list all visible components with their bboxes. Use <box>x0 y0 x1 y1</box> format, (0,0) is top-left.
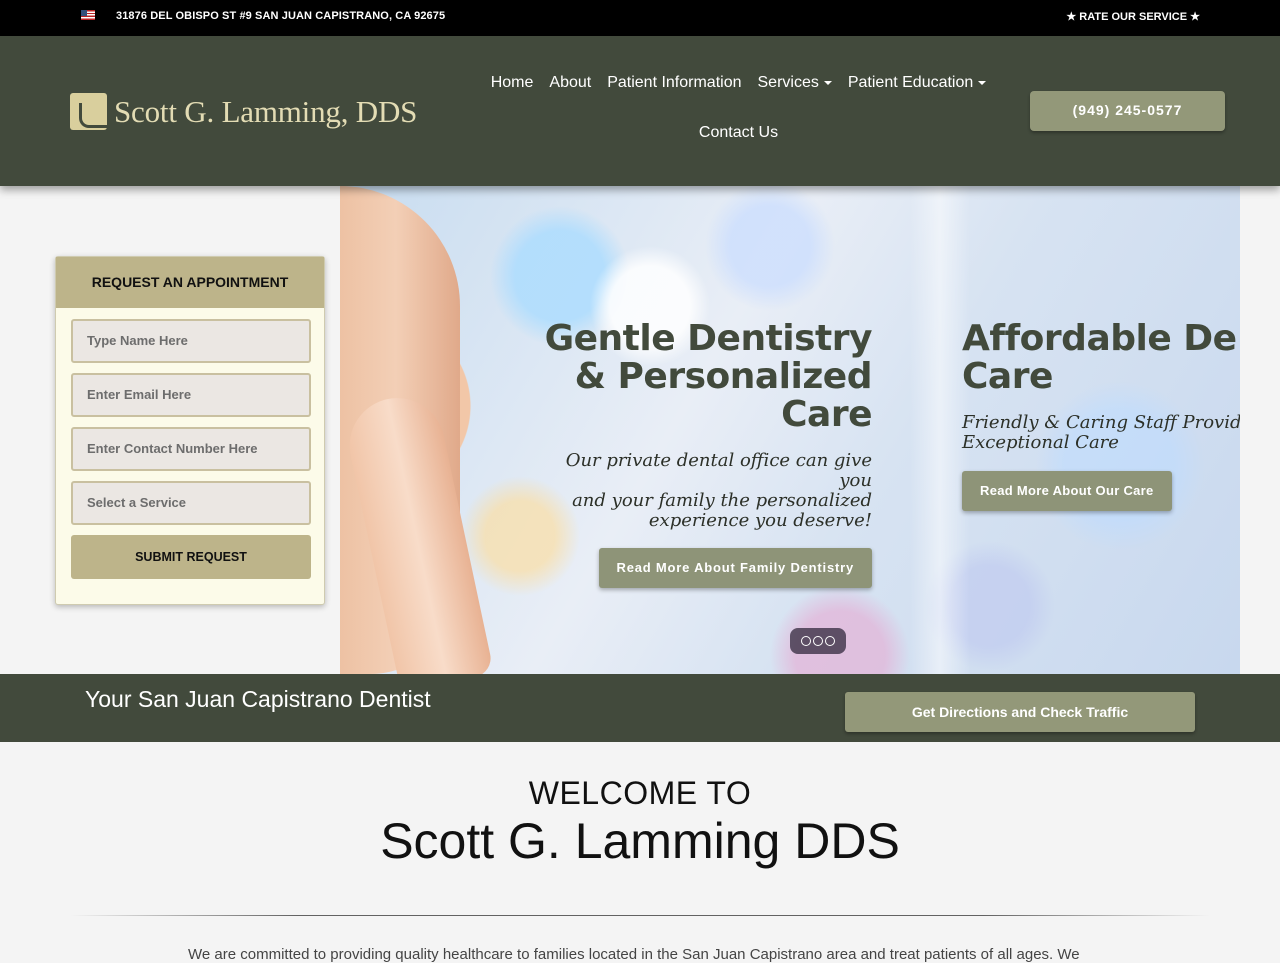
slide-heading-line: Affordable De <box>962 318 1237 359</box>
divider <box>70 915 1210 916</box>
slide-heading-line: Care <box>962 356 1053 397</box>
name-input[interactable]: Type Name Here <box>71 319 311 363</box>
hero-slider: Gentle Dentistry & Personalized Care Our… <box>340 186 1240 674</box>
chevron-down-icon <box>823 80 832 85</box>
slider-dot[interactable] <box>825 636 835 646</box>
slider-dot[interactable] <box>801 636 811 646</box>
slide-heading-line: Care <box>781 394 872 435</box>
slide-affordable-care: Affordable De Care Friendly & Caring Sta… <box>962 320 1240 511</box>
slide-heading: Affordable De Care <box>962 320 1240 396</box>
submit-request-button[interactable]: SUBMIT REQUEST <box>71 535 311 579</box>
email-input[interactable]: Enter Email Here <box>71 373 311 417</box>
site-logo[interactable]: Scott G. Lamming, DDS <box>70 93 417 130</box>
slider-pagination <box>790 628 846 654</box>
main-navigation: Home About Patient Information Services … <box>466 74 1011 142</box>
slide-subheading: Our private dental office can give you a… <box>530 451 872 531</box>
rate-our-service-link[interactable]: ★ RATE OUR SERVICE ★ <box>1066 10 1200 23</box>
contact-number-input[interactable]: Enter Contact Number Here <box>71 427 311 471</box>
nav-contact-us[interactable]: Contact Us <box>699 124 778 142</box>
location-bar: Your San Juan Capistrano Dentist Get Dir… <box>0 674 1280 742</box>
read-more-our-care-button[interactable]: Read More About Our Care <box>962 471 1172 511</box>
slide-subheading-line: Our private dental office can give you <box>565 450 872 491</box>
slide-heading: Gentle Dentistry & Personalized Care <box>530 318 873 435</box>
slide-family-dentistry: Gentle Dentistry & Personalized Care Our… <box>530 318 873 588</box>
site-header: Scott G. Lamming, DDS Home About Patient… <box>0 36 1280 186</box>
nav-patient-education-label: Patient Education <box>847 74 974 91</box>
appointment-form: REQUEST AN APPOINTMENT Type Name Here En… <box>55 256 325 605</box>
nav-patient-education[interactable]: Patient Education <box>847 74 987 100</box>
get-directions-button[interactable]: Get Directions and Check Traffic <box>845 692 1195 732</box>
read-more-family-dentistry-button[interactable]: Read More About Family Dentistry <box>598 548 872 588</box>
nav-patient-information[interactable]: Patient Information <box>607 74 741 100</box>
chevron-down-icon <box>978 80 987 85</box>
appointment-form-title: REQUEST AN APPOINTMENT <box>56 257 324 308</box>
us-flag-icon <box>81 10 95 20</box>
slider-dot[interactable] <box>813 636 823 646</box>
tooth-logo-icon <box>70 93 108 130</box>
welcome-heading: Scott G. Lamming DDS <box>380 813 900 869</box>
logo-text: Scott G. Lamming, DDS <box>114 93 418 129</box>
welcome-intro-text: We are committed to providing quality he… <box>188 946 1080 963</box>
top-info-bar: 31876 DEL OBISPO ST #9 SAN JUAN CAPISTRA… <box>0 0 1280 36</box>
slide-subheading-line: experience you deserve! <box>648 510 872 531</box>
nav-about[interactable]: About <box>549 74 591 100</box>
phone-button[interactable]: (949) 245-0577 <box>1030 91 1225 131</box>
nav-home[interactable]: Home <box>491 74 534 100</box>
nav-services[interactable]: Services <box>758 74 832 100</box>
location-title: Your San Juan Capistrano Dentist <box>85 686 431 712</box>
slide-heading-line: Gentle Dentistry <box>544 318 873 359</box>
office-address: 31876 DEL OBISPO ST #9 SAN JUAN CAPISTRA… <box>116 10 446 22</box>
nav-services-label: Services <box>757 74 819 91</box>
slide-subheading-line: and your family the personalized <box>572 490 872 511</box>
slide-divider <box>910 186 970 674</box>
welcome-kicker: WELCOME TO <box>528 775 752 811</box>
slide-subheading-line: Friendly & Caring Staff Providing <box>962 412 1240 433</box>
slide-subheading-line: Exceptional Care <box>962 432 1119 453</box>
slide-subheading: Friendly & Caring Staff Providing Except… <box>962 413 1240 453</box>
slide-heading-line: & Personalized <box>574 356 873 397</box>
service-select[interactable]: Select a Service <box>71 481 311 525</box>
